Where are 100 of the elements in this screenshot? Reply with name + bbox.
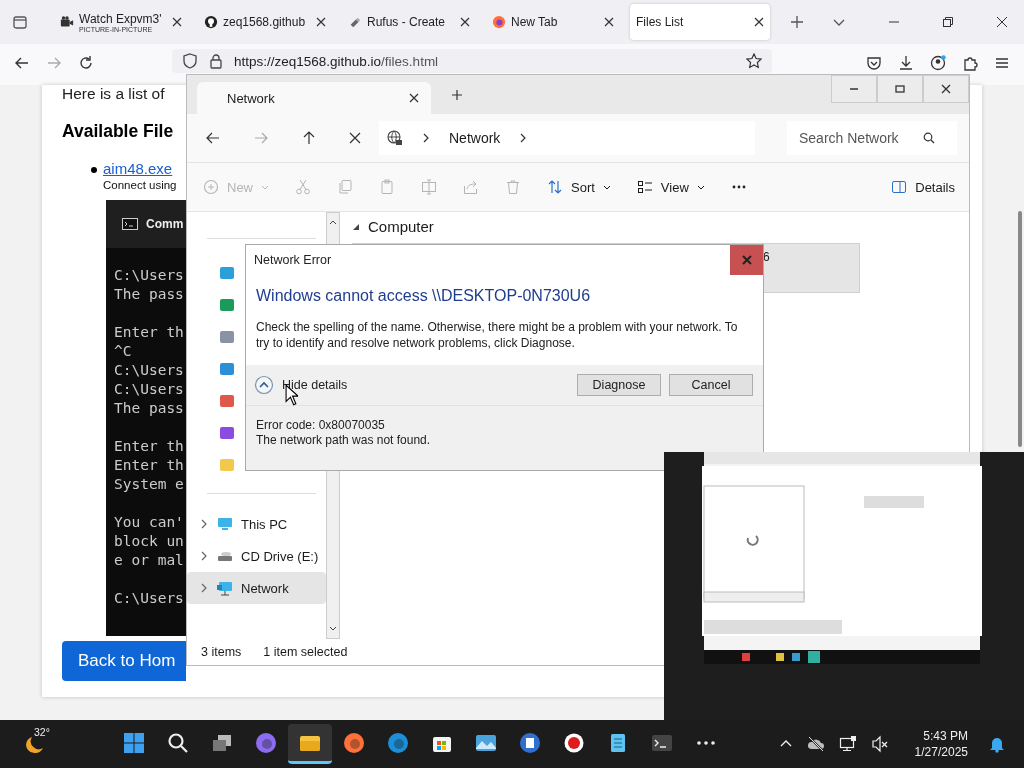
more-icon [697, 740, 715, 745]
console-line: Enter th [114, 437, 185, 456]
details-button[interactable]: Details [891, 179, 955, 195]
console-line: block un [114, 532, 185, 551]
volume-muted-icon[interactable] [870, 735, 889, 753]
document-icon[interactable] [219, 329, 235, 345]
sort-button[interactable]: Sort [547, 179, 611, 195]
videos-icon[interactable] [219, 425, 235, 441]
console-line: C:\Users [114, 380, 185, 399]
close-icon[interactable] [316, 17, 326, 27]
search-field[interactable]: Search Network [787, 121, 957, 155]
taskbar-button[interactable] [288, 724, 332, 764]
lock-icon [208, 53, 224, 69]
chevron-right-icon[interactable] [199, 551, 209, 561]
chevron-right-icon[interactable] [199, 519, 209, 529]
close-icon[interactable] [754, 17, 764, 27]
download-icon[interactable] [898, 55, 914, 71]
group-header[interactable]: Computer [352, 218, 969, 235]
browser-tab[interactable]: Files List [630, 4, 770, 40]
collapse-icon [352, 222, 360, 231]
intro-text: Here is a list of [62, 85, 165, 103]
camera-icon [60, 15, 74, 29]
usb-drive-icon [348, 15, 362, 29]
tab-title: New Tab [511, 15, 558, 29]
edge-icon [387, 731, 409, 754]
start-icon [123, 731, 145, 754]
stop-icon[interactable] [349, 132, 361, 144]
network-icon[interactable] [838, 735, 857, 753]
details-toggle[interactable]: Hide details [254, 375, 348, 395]
tab-overview-icon[interactable] [12, 14, 28, 30]
up-icon[interactable] [301, 130, 317, 146]
search-icon [923, 132, 935, 144]
close-icon[interactable] [460, 17, 470, 27]
cloud-off-icon[interactable] [806, 735, 825, 753]
shield-icon [182, 53, 198, 69]
console-line: ^C [114, 342, 133, 361]
dialog-button[interactable]: Diagnose [577, 374, 661, 396]
new-tab-icon[interactable] [451, 88, 463, 101]
firefox-icon [492, 15, 506, 29]
clock[interactable]: 5:43 PM 1/27/2025 [914, 728, 968, 760]
console-line: The pass [114, 285, 185, 304]
error-detail: The network path was not found. [256, 433, 432, 448]
window-title: Comm [146, 217, 184, 231]
close-icon[interactable] [604, 17, 614, 27]
view-button[interactable]: View [636, 179, 705, 195]
maximize-button[interactable] [877, 75, 923, 103]
error-message: Check the spelling of the name. Otherwise, there might be a problem with your network. To try to identify and resolve network problems, click Diagnose. [256, 319, 739, 351]
sidebar-item[interactable]: This PC [187, 508, 326, 540]
tab-title: Watch Expvm3' [79, 11, 162, 26]
address-bar[interactable]: Network [379, 121, 755, 155]
close-icon[interactable] [172, 17, 182, 27]
close-button[interactable] [730, 245, 763, 275]
chevron-circle-icon [254, 375, 274, 395]
item-count: 3 items [201, 645, 242, 659]
scrollbar[interactable] [1018, 211, 1022, 447]
restore-icon[interactable] [942, 16, 954, 28]
tab-title: zeq1568.github [223, 15, 306, 29]
explorer-tab[interactable]: Network [197, 82, 431, 114]
reload-icon[interactable] [78, 55, 94, 71]
close-icon[interactable] [409, 93, 419, 103]
account-icon[interactable] [930, 55, 946, 71]
dialog-button[interactable]: Cancel [669, 374, 753, 396]
error-heading: Windows cannot access \\DESKTOP-0N730U6 [256, 287, 592, 305]
address-bar[interactable]: https://zeq1568.github.io/files.html [172, 49, 772, 73]
globe-icon [387, 130, 403, 146]
back-icon[interactable] [205, 130, 221, 146]
browser-tab[interactable]: New Tab [486, 4, 620, 40]
back-icon[interactable] [14, 55, 30, 71]
close-icon[interactable] [996, 16, 1008, 28]
menu-icon[interactable] [994, 55, 1010, 71]
back-home-button[interactable]: Back to Hom [62, 641, 186, 681]
pocket-icon[interactable] [866, 55, 882, 71]
network-icon [217, 580, 233, 596]
music-icon[interactable] [219, 393, 235, 409]
console-line: Enter th [114, 456, 185, 475]
console-line: The pass [114, 399, 185, 418]
panel-icon [891, 179, 908, 195]
pictures-icon[interactable] [219, 361, 235, 377]
browser-tab[interactable]: zeq1568.github [198, 4, 332, 40]
sidebar-item[interactable]: Network [187, 572, 326, 604]
breadcrumb[interactable]: Network [449, 130, 501, 146]
scroll-down-icon[interactable] [329, 624, 337, 632]
desktop-icon[interactable] [219, 265, 235, 281]
console-line: C:\Users [114, 589, 185, 608]
new-tab-icon[interactable] [790, 15, 804, 29]
sidebar-item[interactable]: CD Drive (E:) [187, 540, 326, 572]
star-icon[interactable] [746, 53, 762, 69]
scroll-up-icon[interactable] [329, 219, 337, 227]
extensions-icon[interactable] [962, 55, 978, 71]
file-link[interactable]: aim48.exe [103, 160, 173, 177]
caret-icon [261, 183, 269, 191]
tab-title: Rufus - Create [367, 15, 446, 29]
record-icon [563, 731, 585, 754]
error-detail: Error code: 0x80070035 [256, 418, 386, 433]
console-line: e or mal [114, 551, 185, 570]
disk-icon [519, 731, 541, 754]
sort-icon [547, 179, 563, 195]
browser-tab[interactable]: Rufus - Create [342, 4, 476, 40]
bell-icon[interactable] [988, 735, 1006, 753]
close-icon [941, 84, 951, 94]
